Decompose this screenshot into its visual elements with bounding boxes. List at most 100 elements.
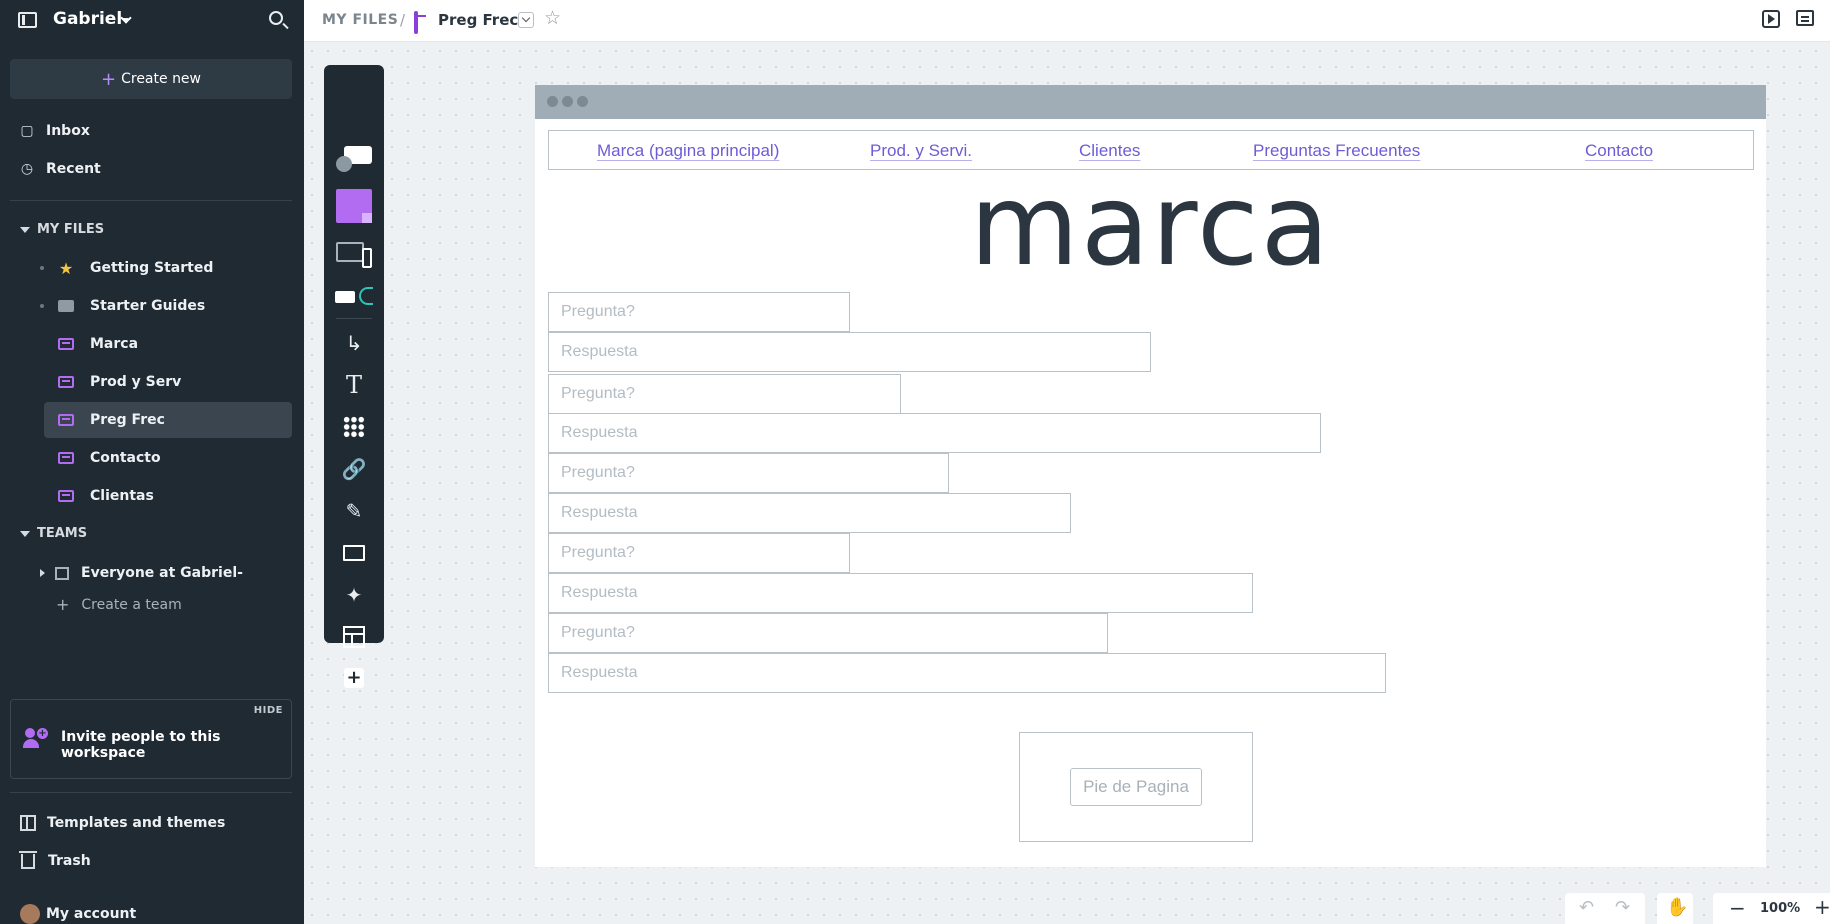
answer-field[interactable]: Respuesta	[548, 332, 1151, 372]
footer-box: Pie de Pagina	[1019, 732, 1253, 842]
question-field[interactable]: Pregunta?	[548, 453, 949, 493]
tool-ai[interactable]: ✦	[324, 576, 384, 614]
file-contacto[interactable]: Contacto	[44, 440, 292, 476]
sidebar-item-label: Recent	[46, 161, 101, 177]
sidebar-item-recent[interactable]: ◷ Recent	[18, 153, 101, 185]
templates-button[interactable]: Templates and themes	[20, 808, 225, 838]
tool-mini[interactable]	[324, 277, 384, 315]
sidebar-item-inbox[interactable]: ▢ Inbox	[18, 115, 89, 147]
nav-link-prod[interactable]: Prod. y Servi.	[870, 141, 972, 161]
file-label: Preg Frec	[90, 412, 165, 428]
create-new-button[interactable]: + Create new	[10, 59, 292, 99]
nav-link-clientes[interactable]: Clientes	[1079, 141, 1140, 161]
pen-icon: ✎	[345, 499, 363, 523]
star-icon: ★	[58, 258, 74, 278]
layout-icon	[343, 626, 365, 648]
browser-wireframe[interactable]: Marca (pagina principal) Prod. y Servi. …	[535, 85, 1766, 867]
zoom-out-button[interactable]: −	[1729, 896, 1746, 920]
teams-section[interactable]: TEAMS	[20, 526, 87, 541]
browser-titlebar	[535, 85, 1766, 119]
bullet	[40, 266, 44, 270]
zoom-controls: − 100% +	[1713, 893, 1830, 924]
tool-link[interactable]: 🔗	[324, 450, 384, 488]
sticky-note-icon	[336, 189, 372, 223]
tool-pen[interactable]: ✎	[324, 492, 384, 530]
connector-arrow-icon: ↳	[345, 331, 363, 355]
sidebar-toggle-icon[interactable]	[18, 12, 37, 28]
footer-button[interactable]: Pie de Pagina	[1070, 768, 1202, 806]
question-field[interactable]: Pregunta?	[548, 292, 850, 332]
present-icon[interactable]	[1762, 10, 1780, 28]
title-dropdown-button[interactable]	[518, 12, 534, 28]
inbox-icon: ▢	[20, 123, 34, 139]
file-clientas[interactable]: Clientas	[44, 478, 292, 514]
tool-card[interactable]	[324, 139, 384, 177]
grid-icon	[343, 416, 365, 438]
nav-link-contacto[interactable]: Contacto	[1585, 141, 1653, 161]
question-field[interactable]: Pregunta?	[548, 613, 1108, 653]
file-label: Contacto	[90, 450, 161, 466]
window-dot	[562, 96, 573, 107]
plus-icon: +	[56, 595, 70, 614]
breadcrumb-root[interactable]: MY FILES	[322, 12, 398, 28]
answer-field[interactable]: Respuesta	[548, 573, 1253, 613]
page-title[interactable]: Preg Frec	[438, 11, 518, 29]
templates-icon	[20, 815, 36, 831]
file-marca[interactable]: Marca	[44, 326, 292, 362]
tool-more[interactable]: +	[324, 660, 384, 696]
file-label: Prod y Serv	[90, 374, 182, 390]
avatar	[20, 904, 40, 924]
board-icon	[56, 336, 76, 352]
tool-connector[interactable]: ↳	[324, 324, 384, 362]
undo-icon[interactable]: ↶	[1579, 897, 1594, 918]
sparkle-icon: ✦	[345, 583, 363, 607]
window-dot	[577, 96, 588, 107]
answer-field[interactable]: Respuesta	[548, 413, 1321, 453]
building-icon	[55, 566, 69, 580]
nav-link-faq[interactable]: Preguntas Frecuentes	[1253, 141, 1420, 161]
create-team-button[interactable]: + Create a team	[56, 595, 182, 614]
invite-label: Invite people to this workspace	[61, 729, 221, 761]
sidebar: Gabriel- + Create new ▢ Inbox ◷ Recent M…	[0, 0, 304, 924]
templates-label: Templates and themes	[47, 815, 226, 831]
tool-frame[interactable]	[324, 534, 384, 572]
comment-icon[interactable]	[1796, 10, 1814, 26]
my-files-section[interactable]: MY FILES	[20, 222, 104, 237]
sidebar-divider	[10, 792, 292, 793]
collapse-triangle-icon	[20, 530, 30, 537]
card-icon	[336, 144, 372, 172]
question-field[interactable]: Pregunta?	[548, 533, 850, 573]
trash-button[interactable]: Trash	[19, 846, 91, 876]
nav-link-marca[interactable]: Marca (pagina principal)	[597, 141, 779, 161]
redo-icon[interactable]: ↷	[1615, 897, 1630, 918]
search-icon[interactable]	[269, 11, 283, 25]
topbar: MY FILES / Preg Frec ☆	[304, 0, 1830, 42]
file-starter-guides[interactable]: Starter Guides	[40, 288, 292, 324]
workspace-name[interactable]: Gabriel-	[53, 9, 129, 29]
tool-components[interactable]	[324, 408, 384, 446]
answer-field[interactable]: Respuesta	[548, 653, 1386, 693]
tool-sticky[interactable]	[324, 187, 384, 225]
plus-icon: +	[101, 68, 117, 90]
my-account-label: My account	[46, 906, 137, 922]
chevron-right-icon[interactable]	[40, 569, 45, 577]
file-prod-y-serv[interactable]: Prod y Serv	[44, 364, 292, 400]
file-getting-started[interactable]: ★ Getting Started	[40, 250, 292, 286]
zoom-level[interactable]: 100%	[1760, 901, 1800, 916]
folder-icon	[56, 298, 76, 314]
my-account-button[interactable]: My account	[20, 904, 136, 924]
invite-panel[interactable]: HIDE + Invite people to this workspace	[10, 699, 292, 779]
tool-device[interactable]	[324, 237, 384, 275]
question-field[interactable]: Pregunta?	[548, 374, 901, 414]
tool-layout[interactable]	[324, 618, 384, 656]
answer-field[interactable]: Respuesta	[548, 493, 1071, 533]
star-icon[interactable]: ☆	[544, 7, 561, 29]
team-everyone[interactable]: Everyone at Gabriel-	[38, 557, 292, 589]
brand-heading: marca	[969, 161, 1332, 291]
zoom-in-button[interactable]: +	[1814, 895, 1830, 919]
file-preg-frec[interactable]: Preg Frec	[44, 402, 292, 438]
board-icon	[56, 488, 76, 504]
tool-text[interactable]: T	[324, 366, 384, 404]
hand-tool-button[interactable]: ✋	[1657, 893, 1693, 924]
hide-invite-button[interactable]: HIDE	[254, 705, 283, 716]
